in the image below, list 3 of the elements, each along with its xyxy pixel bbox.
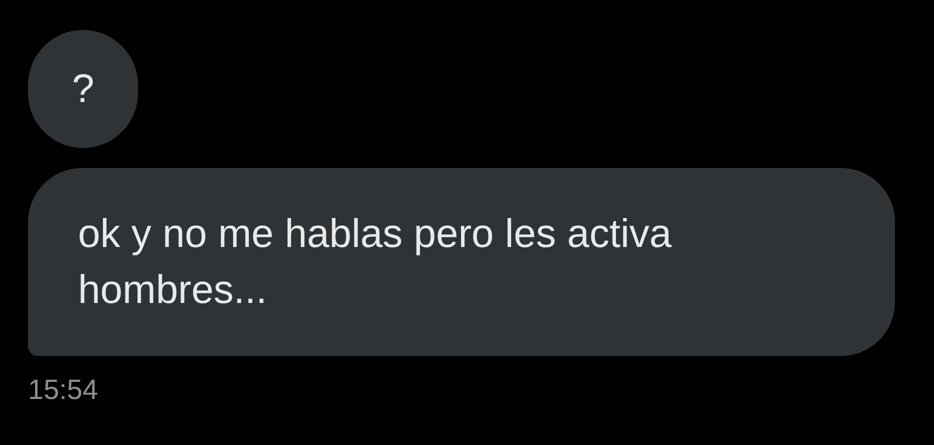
- message-bubble: ?: [28, 30, 138, 148]
- message-timestamp: 15:54: [28, 374, 98, 406]
- message-bubble: ok y no me hablas pero les activa hombres...: [28, 168, 895, 356]
